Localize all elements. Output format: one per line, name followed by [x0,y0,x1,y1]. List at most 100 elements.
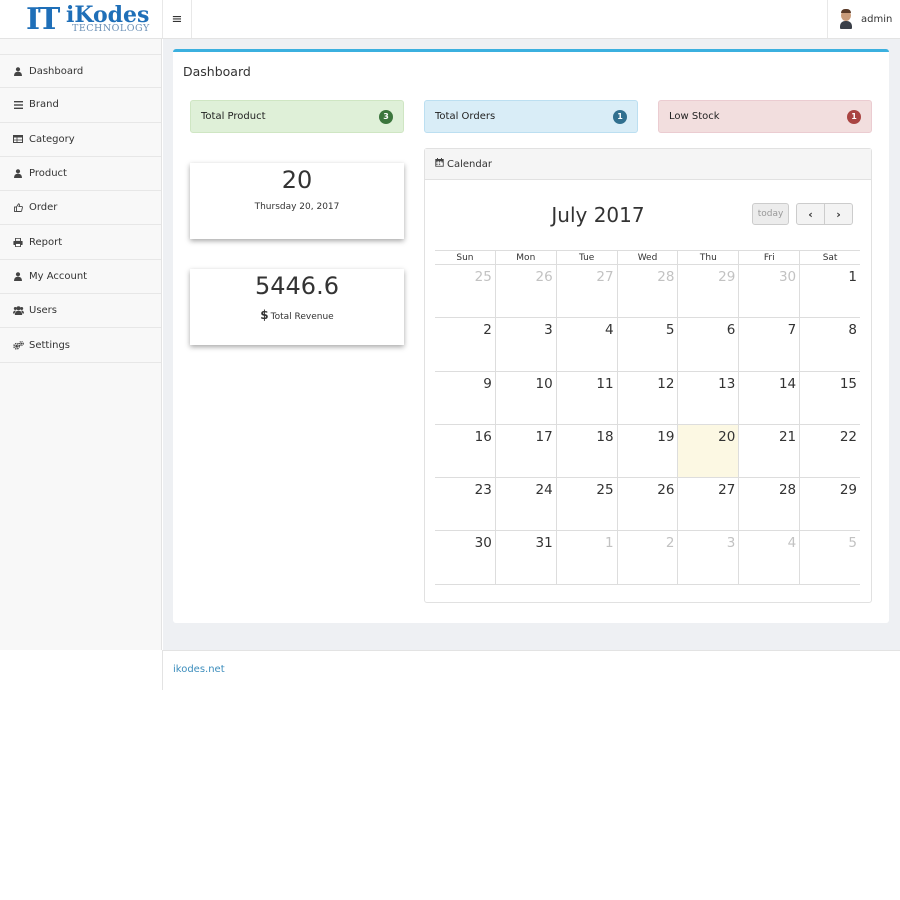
calendar-title: Calendar [447,158,492,170]
calendar-day-cell[interactable]: 29 [800,478,860,530]
sidebar-item-my-account[interactable]: My Account [0,259,161,295]
dashboard-panel: Dashboard Total Product 3 Total Orders 1… [173,49,889,623]
user-name: admin [861,13,893,25]
calendar-week-row: 9 10 11 12 13 14 15 [435,371,860,425]
calendar-week-row: 2 3 4 5 6 7 8 [435,318,860,372]
weekday-header: Mon [496,251,557,264]
calendar-day-cell[interactable]: 8 [800,318,860,370]
calendar-day-cell[interactable]: 4 [557,318,618,371]
weekday-header: Sun [435,251,496,264]
calendar-prev-button[interactable]: ‹ [796,203,825,225]
calendar-day-cell[interactable]: 16 [435,424,496,478]
calendar-week-row: 30 31 1 2 3 4 5 [435,531,860,585]
footer-link[interactable]: ikodes.net [173,664,225,675]
sidebar-item-order[interactable]: Order [0,191,161,226]
date-caption: Thursday 20, 2017 [254,202,340,212]
calendar-day-cell[interactable]: 5 [618,318,679,371]
calendar-day-cell[interactable]: 22 [800,425,860,477]
calendar-today-button[interactable]: today [752,203,789,225]
revenue-caption-text: Total Revenue [270,312,334,322]
page-title: Dashboard [183,64,251,79]
sidebar-item-label: Category [29,133,75,145]
calendar-day-cell[interactable]: 28 [739,478,801,531]
calendar-day-cell[interactable]: 19 [618,424,679,478]
sidebar-item-label: My Account [29,270,88,282]
calendar-day-cell[interactable]: 13 [678,371,740,424]
calendar-day-cell[interactable]: 21 [739,424,801,478]
sidebar-item-label: Dashboard [29,65,84,77]
sidebar-item-brand[interactable]: Brand [0,88,161,123]
sidebar-item-product[interactable]: Product [0,156,161,192]
calendar-day-cell[interactable]: 3 [678,531,740,584]
calendar-day-cell[interactable]: 7 [739,318,801,371]
low-stock-badge: 1 [847,109,861,124]
calendar-next-button[interactable]: › [824,203,853,225]
calendar-day-cell[interactable]: 26 [496,265,557,318]
calendar-weekday-row: Sun Mon Tue Wed Thu Fri Sat [435,250,860,265]
calendar-day-cell[interactable]: 25 [435,265,496,318]
calendar-day-cell[interactable]: 14 [739,371,801,424]
calendar-day-cell[interactable]: 17 [496,424,557,478]
calendar-day-cell[interactable]: 1 [557,531,618,584]
calendar-day-cell[interactable]: 29 [678,265,740,318]
total-product-box[interactable]: Total Product 3 [190,100,404,133]
calendar-day-cell[interactable]: 27 [557,265,618,318]
hamburger-icon: ≡ [171,11,183,27]
revenue-caption: $ Total Revenue [190,308,404,322]
calendar-week-row: 23 24 25 26 27 28 29 [435,478,860,532]
sidebar-item-label: Report [29,236,63,248]
user-menu[interactable]: admin [827,0,900,38]
calendar-day-cell[interactable]: 2 [618,531,679,584]
sidebar-item-label: Brand [29,99,59,111]
calendar-day-cell[interactable]: 15 [800,372,860,424]
calendar-day-cell[interactable]: 2 [435,318,496,371]
low-stock-box[interactable]: Low Stock 1 [658,100,872,133]
calendar-day-cell[interactable]: 18 [557,424,618,478]
total-orders-badge: 1 [613,109,627,124]
calendar-day-cell[interactable]: 30 [435,531,496,584]
calendar-day-cell[interactable]: 26 [618,478,679,531]
top-navbar: IT iKodes TECHNOLOGY ≡ admin [0,0,900,39]
calendar-day-cell[interactable]: 5 [800,531,860,583]
brand-logo[interactable]: IT iKodes TECHNOLOGY [22,2,149,37]
calendar-day-cell[interactable]: 1 [800,265,860,317]
sidebar-item-users[interactable]: Users [0,294,161,329]
calendar-icon [435,158,444,170]
calendar-day-cell[interactable]: 11 [557,371,618,424]
sidebar-item-category[interactable]: Category [0,122,161,157]
calendar-day-cell[interactable]: 3 [496,318,557,371]
calendar-day-cell[interactable]: 9 [435,371,496,424]
user-icon [12,272,24,281]
calendar-day-cell[interactable]: 25 [557,478,618,531]
total-orders-box[interactable]: Total Orders 1 [424,100,638,133]
calendar-day-cell[interactable]: 12 [618,371,679,424]
calendar-day-cell[interactable]: 4 [739,531,801,584]
logo-mark: IT [26,2,60,37]
gears-icon [12,340,24,350]
calendar-week-row: 25 26 27 28 29 30 1 [435,265,860,319]
sidebar-item-settings[interactable]: Settings [0,328,161,363]
total-orders-label: Total Orders [435,111,496,122]
calendar-day-cell-today[interactable]: 20 [678,424,740,478]
calendar-day-cell[interactable]: 27 [678,478,740,531]
sidebar: Dashboard Brand Category Product Order R… [0,39,162,650]
calendar-day-cell[interactable]: 30 [739,265,801,318]
calendar-day-cell[interactable]: 24 [496,478,557,531]
sidebar-item-label: Product [29,168,67,180]
sidebar-item-dashboard[interactable]: Dashboard [0,54,161,89]
date-card: 20 Thursday 20, 2017 [190,163,404,239]
revenue-card: 5446.6 $ Total Revenue [190,269,404,345]
calendar-month-title: July 2017 [551,203,645,227]
total-product-label: Total Product [201,111,266,122]
calendar-day-cell[interactable]: 28 [618,265,679,318]
sidebar-toggle-button[interactable]: ≡ [162,0,192,38]
calendar-day-cell[interactable]: 10 [496,371,557,424]
calendar-day-cell[interactable]: 31 [496,531,557,584]
table-icon [12,135,24,144]
calendar-week-row: 16 17 18 19 20 21 22 [435,424,860,479]
calendar-day-cell[interactable]: 6 [678,318,740,371]
sidebar-item-report[interactable]: Report [0,225,161,260]
sidebar-nav: Dashboard Brand Category Product Order R… [0,54,161,363]
calendar-day-cell[interactable]: 23 [435,478,496,531]
weekday-header: Fri [739,251,801,264]
